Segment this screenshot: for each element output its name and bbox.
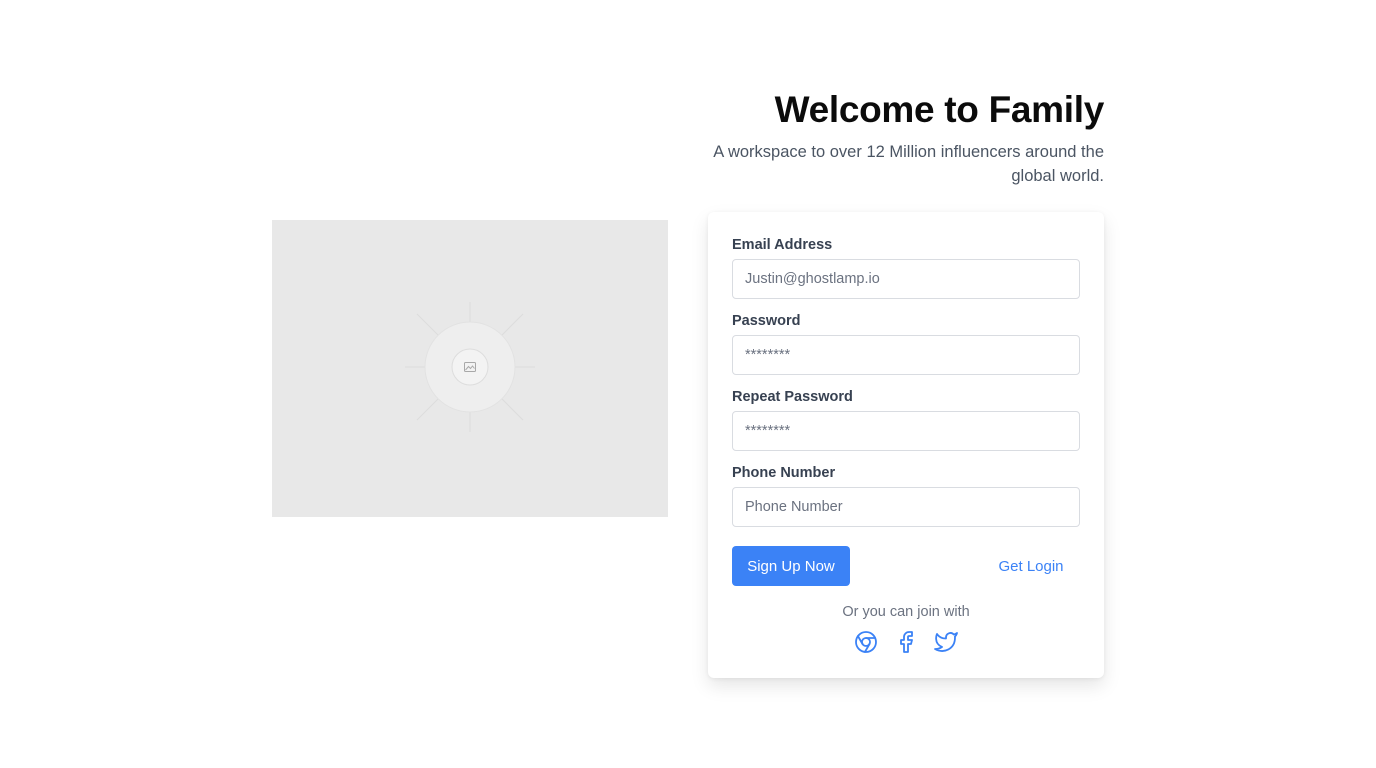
phone-group: Phone Number	[732, 464, 1080, 527]
phone-label: Phone Number	[732, 465, 836, 481]
join-text: Or you can join with	[842, 604, 970, 620]
phone-input[interactable]	[732, 487, 1080, 527]
repeat-password-group: Repeat Password	[732, 388, 1080, 451]
password-input[interactable]	[732, 335, 1080, 375]
twitter-icon[interactable]	[934, 630, 958, 654]
facebook-icon[interactable]	[894, 630, 918, 654]
signup-card: Email Address Password Repeat Password P…	[708, 212, 1104, 678]
email-label: Email Address	[732, 237, 833, 253]
signup-page: Welcome to Family A workspace to over 12…	[0, 0, 1376, 768]
repeat-password-label: Repeat Password	[732, 389, 853, 405]
sign-up-button[interactable]: Sign Up Now	[732, 546, 850, 586]
email-group: Email Address	[732, 236, 1080, 299]
page-subtitle: A workspace to over 12 Million influence…	[713, 143, 1104, 185]
email-input[interactable]	[732, 259, 1080, 299]
image-placeholder	[272, 220, 668, 517]
image-placeholder-icon	[405, 302, 535, 432]
password-group: Password	[732, 312, 1080, 375]
chrome-icon[interactable]	[854, 630, 878, 654]
header: Welcome to Family A workspace to over 12…	[700, 88, 1104, 188]
social-login	[708, 630, 1104, 654]
get-login-button[interactable]: Get Login	[990, 546, 1072, 586]
page-title: Welcome to Family	[774, 89, 1105, 130]
password-label: Password	[732, 313, 801, 329]
repeat-password-input[interactable]	[732, 411, 1080, 451]
